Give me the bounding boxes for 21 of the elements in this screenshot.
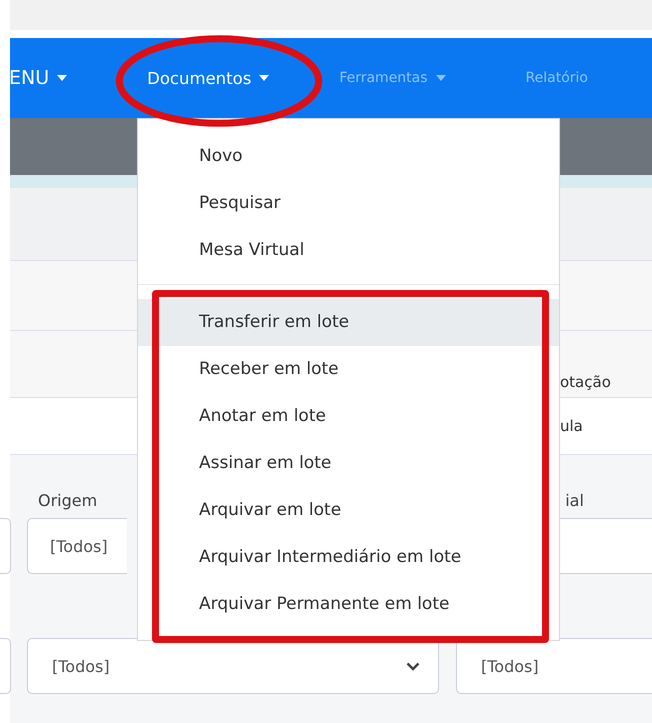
column-heading: otação <box>560 373 611 391</box>
field-label: Origem <box>38 491 98 510</box>
menu-item[interactable]: Arquivar em lote <box>138 487 559 534</box>
select-field[interactable]: [Todos] <box>27 518 127 574</box>
nav-menu-link[interactable]: Documentos <box>147 68 270 88</box>
menu-item[interactable]: Arquivar Intermediário em lote <box>138 534 559 581</box>
select-field[interactable] <box>0 638 11 694</box>
select-field[interactable]: [Todos] <box>27 638 439 694</box>
select-field[interactable] <box>0 518 11 574</box>
menu-item[interactable]: Pesquisar <box>138 180 559 227</box>
menu-item[interactable]: Anotar em lote <box>138 393 559 440</box>
menu-item[interactable]: Novo <box>138 133 559 180</box>
select-field[interactable]: [Todos] <box>456 638 652 694</box>
menu-item[interactable]: Receber em lote <box>138 346 559 393</box>
menu-item[interactable]: Transferir em lote <box>138 299 559 346</box>
table-cell: ula <box>560 417 583 435</box>
field-label: ial <box>565 491 584 510</box>
nav-menu-link[interactable]: ENU <box>9 67 68 89</box>
menu-item[interactable]: Mesa Virtual <box>138 227 559 274</box>
menu-item[interactable]: Arquivar Permanente em lote <box>138 581 559 628</box>
menu-item[interactable]: Assinar em lote <box>138 440 559 487</box>
